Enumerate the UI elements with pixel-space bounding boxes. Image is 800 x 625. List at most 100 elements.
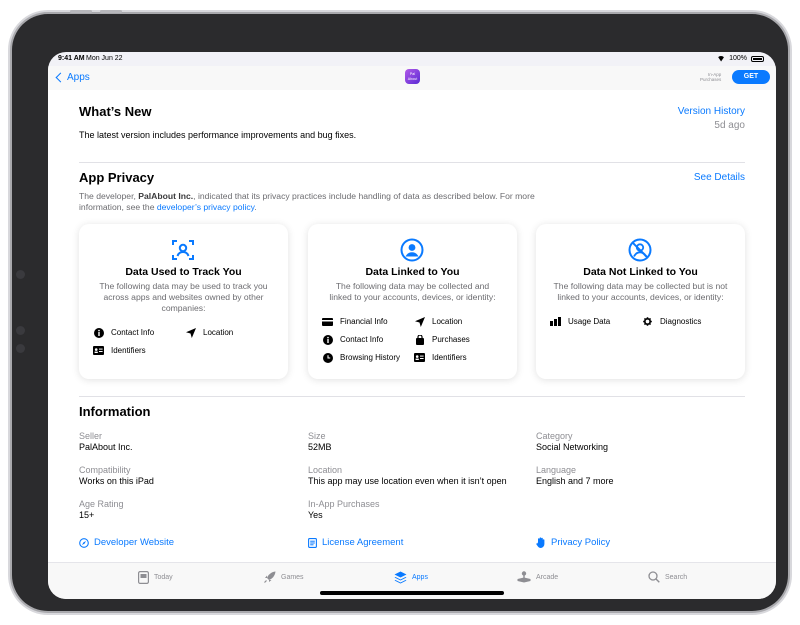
data-type-label: Diagnostics: [660, 317, 702, 326]
get-button[interactable]: GET: [732, 70, 770, 84]
status-right: 100%: [717, 55, 764, 62]
data-type-item: Purchases: [414, 334, 470, 345]
compass-icon: [79, 537, 89, 548]
info-label: Size: [308, 431, 326, 441]
divider: [79, 396, 745, 397]
information-title: Information: [79, 404, 151, 419]
developer-privacy-policy-link[interactable]: developer’s privacy policy: [157, 202, 254, 212]
location-arrow-icon: [185, 327, 196, 338]
person-circle-icon: [400, 238, 424, 262]
privacy-desc-prefix: The developer,: [79, 191, 139, 201]
card-description: The following data may be used to track …: [99, 281, 268, 313]
tab-search[interactable]: Search: [648, 571, 687, 583]
battery-percent: 100%: [729, 55, 747, 62]
whats-new-title: What’s New: [79, 104, 152, 119]
back-button[interactable]: Apps: [54, 72, 90, 83]
info-label: Seller: [79, 431, 103, 441]
info-value: English and 7 more: [536, 476, 614, 486]
data-type-label: Browsing History: [340, 353, 401, 362]
data-type-item: Location: [185, 327, 233, 338]
app-icon-text: Pal About: [407, 72, 418, 81]
data-type-item: Contact Info: [93, 327, 154, 338]
data-type-item: Usage Data: [550, 316, 610, 327]
data-type-item: Financial Info: [322, 316, 388, 327]
clock-icon: [322, 352, 333, 363]
data-type-label: Contact Info: [111, 328, 155, 337]
info-label: Category: [536, 431, 573, 441]
privacy-card-linked[interactable]: Data Linked to You The following data ma…: [308, 224, 517, 379]
data-type-item: Identifiers: [414, 352, 467, 363]
camera-dot: [16, 326, 25, 335]
data-type-label: Purchases: [432, 335, 470, 344]
ipad-frame: 9:41 AM Mon Jun 22 100% Apps Pal About I…: [12, 10, 788, 611]
tab-arcade[interactable]: Arcade: [517, 571, 558, 583]
info-value: Yes: [308, 510, 323, 520]
credit-card-icon: [322, 316, 333, 327]
info-label: Language: [536, 465, 577, 475]
camera-dot: [16, 344, 25, 353]
data-type-item: Diagnostics: [642, 316, 701, 327]
info-label: Compatibility: [79, 465, 131, 475]
see-details-link[interactable]: See Details: [694, 172, 745, 183]
wifi-icon: [717, 55, 726, 62]
in-app-line2: Purchases: [700, 77, 722, 82]
data-type-item: Contact Info: [322, 334, 383, 345]
card-title: Data Not Linked to You: [583, 266, 698, 278]
chevron-left-icon: [55, 72, 66, 83]
info-circle-icon: [322, 334, 333, 345]
privacy-card-not-linked[interactable]: Data Not Linked to You The following dat…: [536, 224, 745, 379]
tracking-icon: [172, 240, 194, 260]
link-label: License Agreement: [322, 537, 404, 548]
link-label: Privacy Policy: [551, 537, 611, 548]
data-type-item: Browsing History: [322, 352, 400, 363]
search-icon: [648, 571, 660, 583]
back-label: Apps: [67, 72, 90, 83]
tab-today[interactable]: Today: [138, 571, 173, 584]
home-indicator[interactable]: [320, 591, 504, 595]
developer-name: PalAbout Inc.: [138, 191, 194, 201]
content-area: What’s New Version History 5d ago The la…: [48, 90, 776, 562]
layers-icon: [394, 571, 407, 584]
info-label: Age Rating: [79, 499, 124, 509]
data-type-label: Location: [203, 328, 234, 337]
license-agreement-link[interactable]: License Agreement: [308, 537, 403, 548]
app-privacy-title: App Privacy: [79, 170, 155, 185]
data-type-label: Contact Info: [340, 335, 384, 344]
id-card-icon: [414, 352, 425, 363]
card-title: Data Linked to You: [365, 266, 460, 278]
link-label: Developer Website: [94, 537, 175, 548]
version-history-link[interactable]: Version History: [678, 106, 745, 117]
info-value: Social Networking: [536, 442, 609, 452]
info-value: This app may use location even when it i…: [308, 476, 507, 486]
info-value: 15+: [79, 510, 95, 520]
developer-website-link[interactable]: Developer Website: [79, 537, 174, 548]
person-slash-icon: [628, 238, 652, 262]
hand-icon: [536, 537, 545, 548]
status-time: 9:41 AM: [58, 55, 85, 62]
shopping-bag-icon: [414, 334, 425, 345]
data-type-label: Financial Info: [340, 317, 388, 326]
info-label: Location: [308, 465, 343, 475]
rocket-icon: [264, 571, 276, 583]
privacy-card-track[interactable]: Data Used to Track You The following dat…: [79, 224, 288, 379]
data-type-item: Location: [414, 316, 462, 327]
data-type-label: Identifiers: [432, 353, 467, 362]
tab-games[interactable]: Games: [264, 571, 304, 583]
info-value: PalAbout Inc.: [79, 442, 133, 452]
privacy-policy-link[interactable]: Privacy Policy: [536, 537, 610, 548]
location-arrow-icon: [414, 316, 425, 327]
privacy-desc-suffix: .: [254, 202, 257, 212]
app-icon: Pal About: [405, 69, 420, 84]
info-circle-icon: [93, 327, 104, 338]
tab-label: Games: [281, 573, 304, 581]
in-app-purchases-note: In-App Purchases: [700, 72, 721, 82]
document-icon: [308, 537, 317, 548]
tab-apps[interactable]: Apps: [394, 571, 428, 584]
today-icon: [138, 571, 149, 584]
data-type-item: Identifiers: [93, 345, 146, 356]
privacy-description: The developer, PalAbout Inc., indicated …: [79, 191, 539, 213]
bar-chart-icon: [550, 316, 561, 327]
screen: 9:41 AM Mon Jun 22 100% Apps Pal About I…: [48, 52, 776, 599]
joystick-icon: [517, 571, 531, 583]
data-type-label: Identifiers: [111, 346, 146, 355]
